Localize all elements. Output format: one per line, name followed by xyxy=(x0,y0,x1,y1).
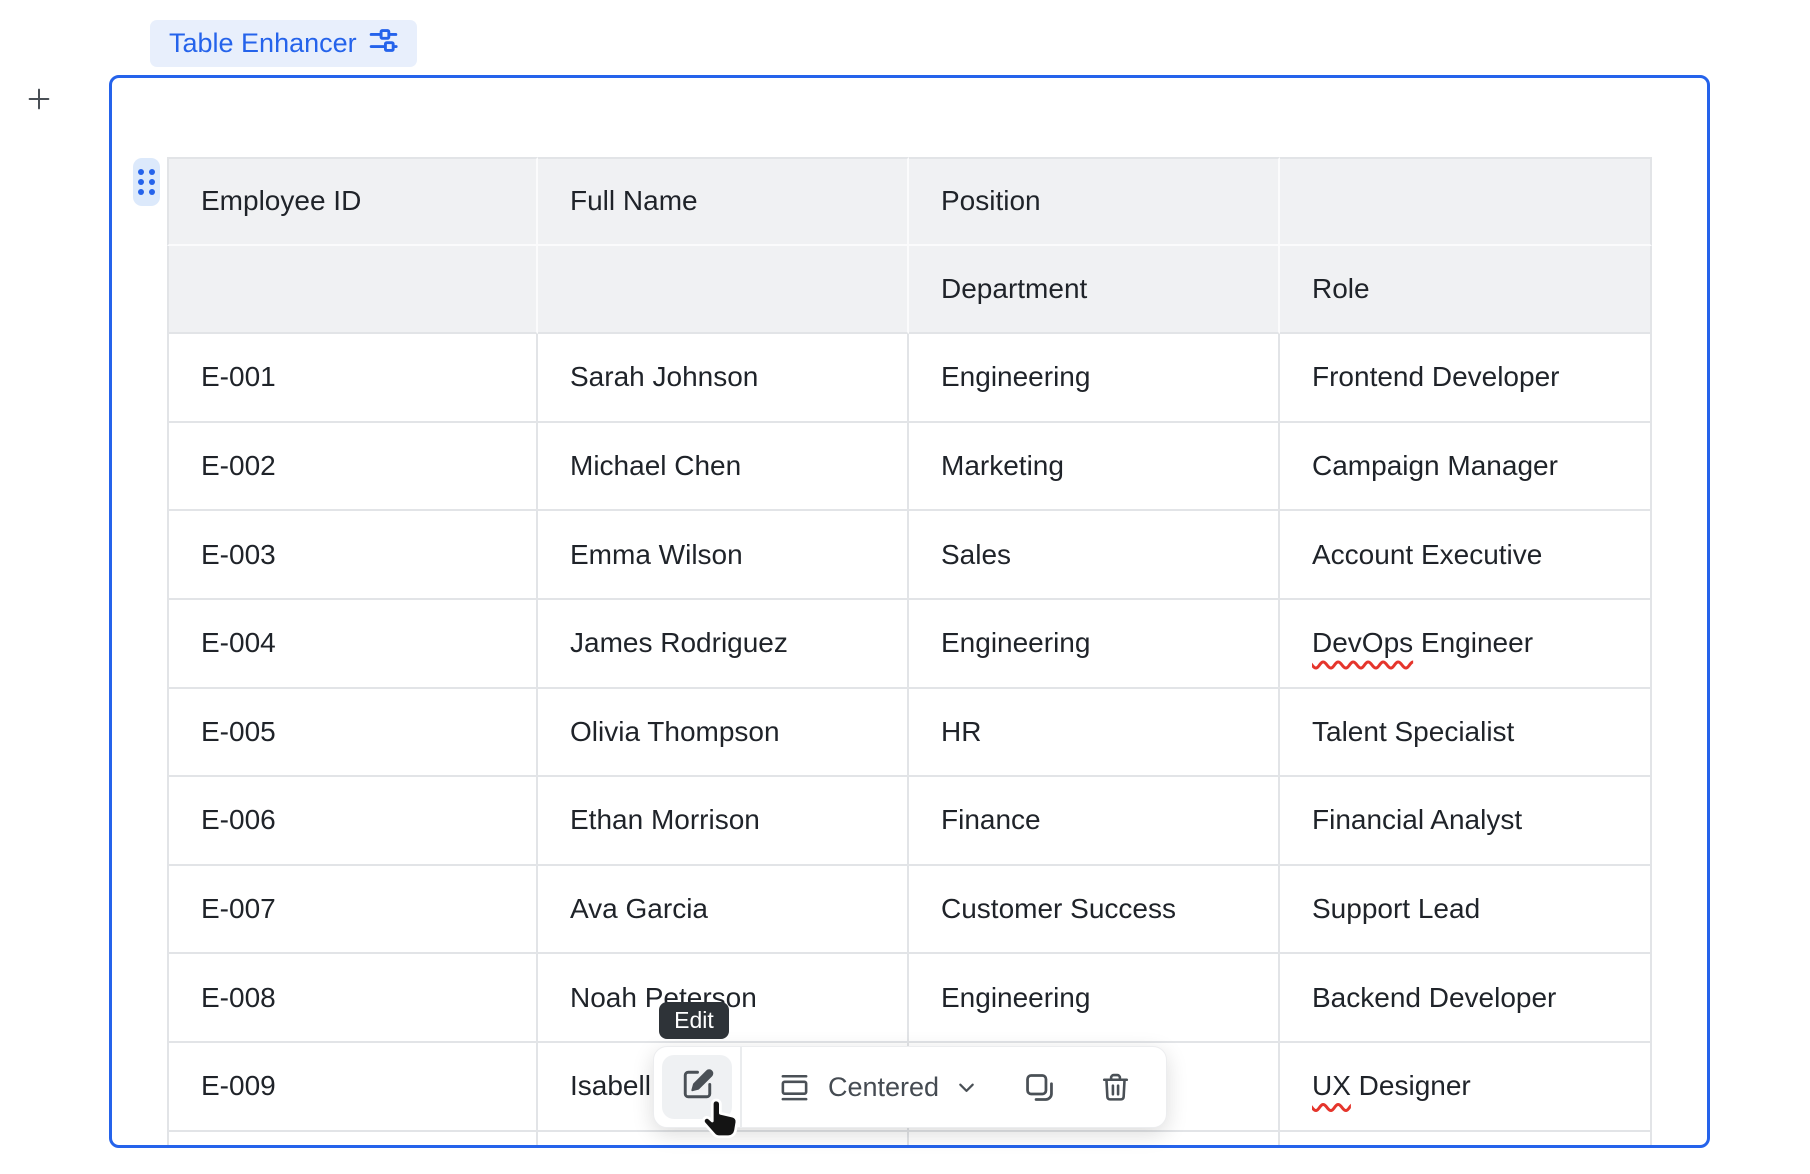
full-name-cell[interactable]: James Rodriguez xyxy=(538,600,909,689)
full-name-cell[interactable]: Ava Garcia xyxy=(538,866,909,955)
role-text: Campaign Manager xyxy=(1312,450,1558,481)
empty-cell[interactable] xyxy=(909,1132,1280,1148)
role-cell[interactable]: Financial Analyst xyxy=(1280,777,1652,866)
department-cell[interactable]: Engineering xyxy=(909,600,1280,689)
role-cell[interactable]: Backend Developer xyxy=(1280,954,1652,1043)
header-cell-empty[interactable] xyxy=(538,246,909,335)
edit-tooltip-label: Edit xyxy=(674,1007,714,1034)
role-cell[interactable]: Talent Specialist xyxy=(1280,689,1652,778)
employee-id-cell[interactable]: E-008 xyxy=(167,954,538,1043)
misspelled-word: DevOps xyxy=(1312,627,1413,658)
copy-icon xyxy=(1023,1091,1056,1108)
department-cell[interactable]: Customer Success xyxy=(909,866,1280,955)
header-cell-empty[interactable] xyxy=(1280,157,1652,246)
role-cell[interactable]: Campaign Manager xyxy=(1280,423,1652,512)
role-text: Backend Developer xyxy=(1312,982,1556,1013)
table-row-partial xyxy=(167,1132,1652,1148)
empty-cell[interactable] xyxy=(167,1132,538,1148)
employee-id-cell[interactable]: E-007 xyxy=(167,866,538,955)
table-row: E-001Sarah JohnsonEngineering Frontend De… xyxy=(167,334,1652,423)
cell-toolbar: Centered xyxy=(653,1046,1167,1128)
editor-canvas: Table Enhancer Employee ID Full Name Pos… xyxy=(0,0,1810,1174)
header-cell-empty[interactable] xyxy=(167,246,538,335)
role-text: Designer xyxy=(1351,1070,1471,1101)
table-enhancer-label: Table Enhancer xyxy=(169,28,357,59)
header-row-2: Department Role xyxy=(167,246,1652,335)
employee-id-cell[interactable]: E-001 xyxy=(167,334,538,423)
table-row: E-002Michael ChenMarketing Campaign Manag… xyxy=(167,423,1652,512)
department-cell[interactable]: Engineering xyxy=(909,954,1280,1043)
empty-cell[interactable] xyxy=(538,1132,909,1148)
header-cell-position[interactable]: Position xyxy=(909,157,1280,246)
delete-button[interactable] xyxy=(1100,1072,1131,1103)
role-cell[interactable]: Frontend Developer xyxy=(1280,334,1652,423)
table-row: E-008Noah PetersonEngineeringBackend Dev… xyxy=(167,954,1652,1043)
drag-handle[interactable] xyxy=(133,158,160,206)
role-text: Account Executive xyxy=(1312,539,1542,570)
employee-id-cell[interactable]: E-009 xyxy=(167,1043,538,1132)
table-enhancer-badge[interactable]: Table Enhancer xyxy=(150,20,417,67)
header-cell-role[interactable]: Role xyxy=(1280,246,1652,335)
department-cell[interactable]: Sales xyxy=(909,511,1280,600)
role-text: Talent Specialist xyxy=(1312,716,1514,747)
table-row: E-005Olivia ThompsonHR Talent Specialist xyxy=(167,689,1652,778)
full-name-cell[interactable]: Emma Wilson xyxy=(538,511,909,600)
full-name-cell[interactable]: Olivia Thompson xyxy=(538,689,909,778)
role-text: Frontend Developer xyxy=(1312,361,1559,392)
role-text: Support Lead xyxy=(1312,893,1480,924)
edit-tooltip: Edit xyxy=(659,1002,729,1039)
department-cell[interactable]: HR xyxy=(909,689,1280,778)
department-cell[interactable]: Finance xyxy=(909,777,1280,866)
table-row: E-006Ethan MorrisonFinance Financial Anal… xyxy=(167,777,1652,866)
role-cell[interactable]: DevOps Engineer xyxy=(1280,600,1652,689)
header-cell-full-name[interactable]: Full Name xyxy=(538,157,909,246)
chevron-down-icon xyxy=(953,1074,980,1101)
full-name-cell[interactable]: Sarah Johnson xyxy=(538,334,909,423)
drag-handle-dots-icon xyxy=(138,169,155,195)
sliders-icon xyxy=(369,26,398,62)
table-row: E-004James RodriguezEngineeringDevOps En… xyxy=(167,600,1652,689)
table-block-container: Employee ID Full Name Position Departmen… xyxy=(109,75,1710,1148)
square-pen-icon xyxy=(680,1067,715,1107)
duplicate-button[interactable] xyxy=(1023,1071,1056,1104)
header-cell-employee-id[interactable]: Employee ID xyxy=(167,157,538,246)
role-cell[interactable]: UX Designer xyxy=(1280,1043,1652,1132)
add-block-button[interactable] xyxy=(24,84,54,114)
employee-id-cell[interactable]: E-004 xyxy=(167,600,538,689)
role-cell[interactable]: Account Executive xyxy=(1280,511,1652,600)
alignment-label: Centered xyxy=(828,1072,939,1103)
employee-id-cell[interactable]: E-003 xyxy=(167,511,538,600)
table-row: E-007Ava GarciaCustomer Success Support L… xyxy=(167,866,1652,955)
edit-button[interactable] xyxy=(662,1055,732,1119)
header-row-1: Employee ID Full Name Position xyxy=(167,157,1652,246)
trash-icon xyxy=(1100,1090,1131,1107)
align-center-block-icon xyxy=(779,1072,810,1103)
employee-table: Employee ID Full Name Position Departmen… xyxy=(167,157,1652,1148)
department-cell[interactable]: Engineering xyxy=(909,334,1280,423)
role-cell[interactable]: Support Lead xyxy=(1280,866,1652,955)
empty-cell[interactable] xyxy=(1280,1132,1652,1148)
table-body: Employee ID Full Name Position Departmen… xyxy=(167,157,1652,1148)
employee-id-cell[interactable]: E-006 xyxy=(167,777,538,866)
employee-id-cell[interactable]: E-002 xyxy=(167,423,538,512)
header-cell-department[interactable]: Department xyxy=(909,246,1280,335)
employee-id-cell[interactable]: E-005 xyxy=(167,689,538,778)
role-text: Financial Analyst xyxy=(1312,804,1522,835)
plus-icon xyxy=(24,101,54,118)
full-name-cell[interactable]: Michael Chen xyxy=(538,423,909,512)
misspelled-word: UX xyxy=(1312,1070,1351,1101)
full-name-cell[interactable]: Ethan Morrison xyxy=(538,777,909,866)
alignment-dropdown[interactable]: Centered xyxy=(742,1072,980,1103)
role-text: Engineer xyxy=(1413,627,1533,658)
department-cell[interactable]: Marketing xyxy=(909,423,1280,512)
table-row: E-003Emma WilsonSales Account Executive xyxy=(167,511,1652,600)
